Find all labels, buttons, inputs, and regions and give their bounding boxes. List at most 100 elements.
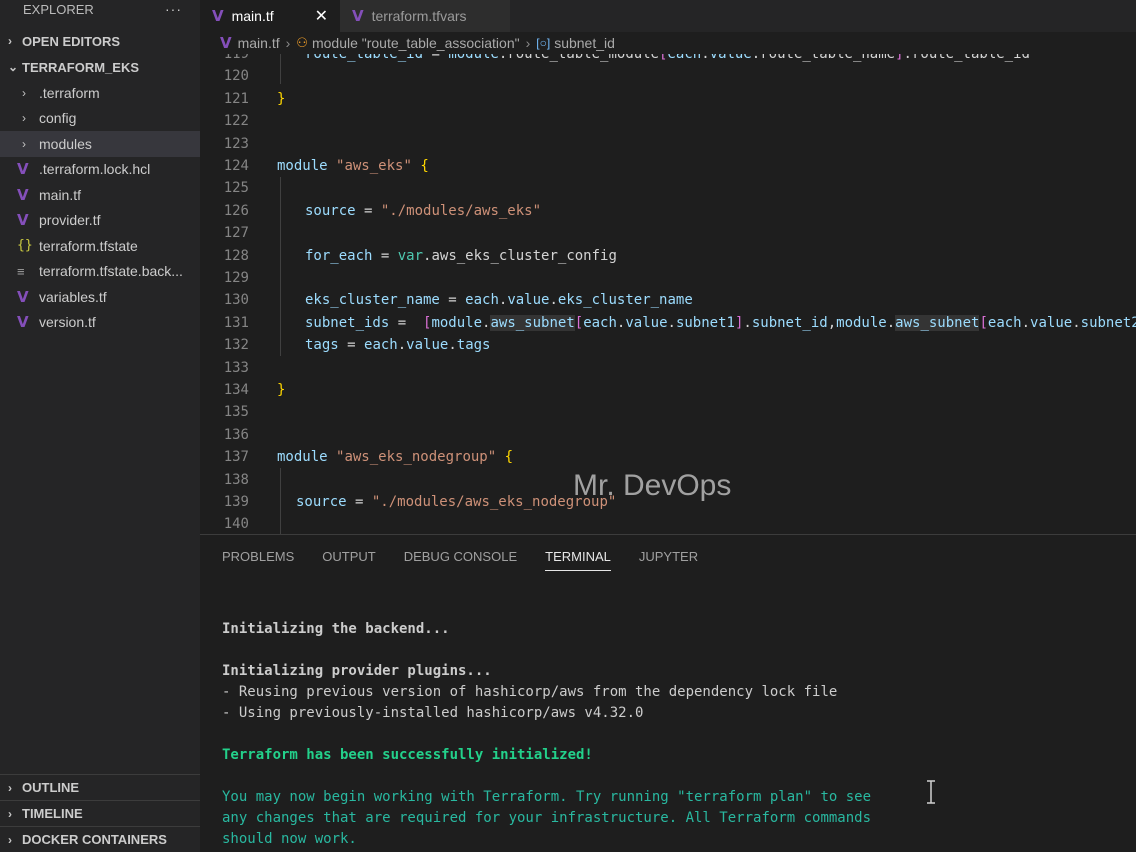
tree-item-label: .terraform: [39, 84, 100, 101]
code-editor[interactable]: Mr. DevOps 119 route_table_id = module.ro…: [200, 54, 1136, 534]
tree-item[interactable]: {} terraform.tfstate: [0, 233, 200, 259]
code-line[interactable]: 136: [200, 424, 1136, 446]
more-actions-icon[interactable]: ···: [165, 1, 182, 17]
code-line[interactable]: 132 tags = each.value.tags: [200, 334, 1136, 356]
code-line[interactable]: 135: [200, 401, 1136, 423]
docker-containers-section[interactable]: › DOCKER CONTAINERS: [0, 826, 200, 852]
tree-item[interactable]: ≡ terraform.tfstate.back...: [0, 259, 200, 285]
panel-tabs: PROBLEMS OUTPUT DEBUG CONSOLE TERMINAL JUPYT…: [200, 535, 1136, 577]
terminal-line: - Using previously-installed hashicorp/a…: [222, 705, 644, 721]
code-line[interactable]: 128 for_each = var.aws_eks_cluster_config: [200, 245, 1136, 267]
terraform-icon: 𝗩: [17, 314, 29, 332]
code-line[interactable]: 129: [200, 267, 1136, 289]
tree-item[interactable]: 𝗩 .terraform.lock.hcl: [0, 157, 200, 183]
chevron-right-icon: ›: [22, 85, 26, 100]
tab-jupyter[interactable]: JUPYTER: [639, 535, 698, 577]
terminal-output[interactable]: Initializing the backend... Initializing …: [222, 619, 871, 850]
tree-item[interactable]: › .terraform: [0, 80, 200, 106]
line-number: 132: [223, 337, 249, 354]
tab-terminal[interactable]: TERMINAL: [545, 535, 611, 577]
code-line[interactable]: 134}: [200, 379, 1136, 401]
code-line[interactable]: 121}: [200, 88, 1136, 110]
tab-terraform-tfvars[interactable]: 𝗩 terraform.tfvars: [340, 0, 510, 32]
code-text: route_table_id = module.route_table_modu…: [305, 54, 1030, 62]
tree-item[interactable]: 𝗩main.tf: [0, 182, 200, 208]
line-number: 139: [223, 494, 249, 510]
code-text: eks_cluster_name = each.value.eks_cluste…: [305, 292, 693, 309]
breadcrumb-file[interactable]: main.tf: [238, 35, 280, 51]
tree-item-label: variables.tf: [39, 288, 107, 305]
open-editors-label: OPEN EDITORS: [22, 33, 121, 49]
indent-guide: [280, 177, 281, 357]
code-line[interactable]: 124 module "aws_eks" {: [200, 155, 1136, 177]
chevron-right-icon: ›: [22, 136, 26, 151]
terraform-icon: 𝗩: [17, 212, 29, 230]
tree-item[interactable]: 𝗩version.tf: [0, 310, 200, 336]
explorer-header: EXPLORER ···: [0, 0, 200, 20]
project-label: TERRAFORM_EKS: [22, 59, 140, 75]
code-line[interactable]: 137 module "aws_eks_nodegroup" {: [200, 446, 1136, 468]
editor-tabs: 𝗩 main.tf ✕ 𝗩 terraform.tfvars: [200, 0, 1136, 32]
code-line[interactable]: 133: [200, 357, 1136, 379]
outline-section[interactable]: › OUTLINE: [0, 774, 200, 800]
timeline-label: TIMELINE: [22, 806, 83, 821]
terraform-icon: 𝗩: [352, 8, 364, 25]
terminal-line: any changes that are required for your i…: [222, 810, 872, 826]
line-number: 121: [223, 90, 249, 107]
terminal-line: - Reusing previous version of hashicorp/…: [222, 684, 838, 700]
code-line[interactable]: 139 source = "./modules/aws_eks_nodegroup…: [200, 491, 1136, 513]
tab-output[interactable]: OUTPUT: [322, 535, 375, 577]
line-number: 123: [223, 135, 249, 152]
tree-item-label: .terraform.lock.hcl: [39, 161, 151, 178]
tree-item[interactable]: 𝗩variables.tf: [0, 284, 200, 310]
code-text: module "aws_eks" {: [277, 158, 429, 174]
breadcrumb-module[interactable]: module "route_table_association": [312, 35, 520, 51]
terraform-icon: 𝗩: [17, 161, 29, 179]
tab-problems[interactable]: PROBLEMS: [222, 535, 294, 577]
code-line[interactable]: 130 eks_cluster_name = each.value.eks_clu…: [200, 289, 1136, 311]
code-line[interactable]: 127: [200, 222, 1136, 244]
tree-item[interactable]: 𝗩provider.tf: [0, 208, 200, 234]
bottom-panel: PROBLEMS OUTPUT DEBUG CONSOLE TERMINAL JUPYT…: [200, 534, 1136, 852]
chevron-right-icon: ›: [8, 780, 12, 795]
line-number: 129: [223, 270, 249, 286]
code-line[interactable]: 125: [200, 177, 1136, 199]
tree-item[interactable]: › modules: [0, 131, 200, 157]
tree-item-label: terraform.tfstate: [39, 237, 138, 254]
line-number: 130: [223, 292, 249, 309]
code-line[interactable]: 122: [200, 110, 1136, 132]
timeline-section[interactable]: › TIMELINE: [0, 800, 200, 826]
line-number: 124: [223, 158, 249, 174]
close-icon[interactable]: ✕: [315, 6, 328, 26]
code-text: for_each = var.aws_eks_cluster_config: [305, 247, 617, 264]
code-line[interactable]: 140: [200, 513, 1136, 534]
chevron-right-icon: ›: [8, 34, 12, 48]
tab-main-tf[interactable]: 𝗩 main.tf ✕: [200, 0, 340, 32]
file-lines-icon: ≡: [17, 263, 25, 279]
module-icon: ⚇: [296, 35, 308, 50]
code-text: }: [277, 382, 286, 398]
tree-item-label: version.tf: [39, 314, 96, 331]
code-line[interactable]: 126 source = "./modules/aws_eks": [200, 200, 1136, 222]
chevron-right-icon: ›: [285, 35, 291, 51]
code-line[interactable]: 123: [200, 133, 1136, 155]
code-line[interactable]: 138: [200, 469, 1136, 491]
terminal-line: Initializing the backend...: [222, 621, 450, 637]
tree-item[interactable]: › config: [0, 106, 200, 132]
terminal-line: Terraform has been successfully initiali…: [222, 747, 593, 763]
chevron-down-icon: ⌄: [8, 60, 19, 74]
tab-label: main.tf: [231, 8, 274, 24]
breadcrumb-symbol[interactable]: subnet_id: [554, 35, 615, 51]
code-line[interactable]: 119 route_table_id = module.route_table_m…: [200, 54, 1136, 65]
docker-containers-label: DOCKER CONTAINERS: [22, 832, 167, 847]
project-section[interactable]: ⌄ TERRAFORM_EKS: [0, 54, 200, 80]
terminal-line: Initializing provider plugins...: [222, 663, 492, 679]
terraform-icon: 𝗩: [212, 8, 224, 25]
line-number: 133: [223, 359, 249, 376]
code-line[interactable]: 120: [200, 65, 1136, 87]
line-number: 136: [223, 426, 249, 443]
line-number: 131: [223, 314, 249, 331]
tab-debug-console[interactable]: DEBUG CONSOLE: [404, 535, 517, 577]
code-line[interactable]: 131 subnet_ids = [module.aws_subnet[each.…: [200, 312, 1136, 334]
open-editors-section[interactable]: › OPEN EDITORS: [0, 28, 200, 54]
